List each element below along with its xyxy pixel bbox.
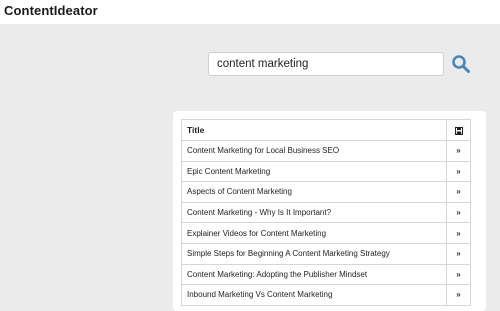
row-title[interactable]: Content Marketing: Adopting the Publishe… [181, 263, 447, 286]
row-title[interactable]: Inbound Marketing Vs Content Marketing [181, 284, 447, 306]
search-icon [452, 55, 470, 73]
row-open-button[interactable]: » [446, 181, 471, 203]
chevron-right-icon: » [456, 228, 461, 238]
top-bar: ContentIdeator [0, 0, 500, 24]
search-input[interactable] [208, 52, 444, 76]
table-row[interactable]: Epic Content Marketing » [181, 160, 471, 183]
row-title[interactable]: Aspects of Content Marketing [181, 181, 447, 203]
chevron-right-icon: » [456, 166, 461, 176]
table-row[interactable]: Simple Steps for Beginning A Content Mar… [181, 242, 471, 265]
table-header-row: Title [181, 119, 471, 141]
row-open-button[interactable]: » [446, 263, 471, 286]
chevron-right-icon: » [456, 146, 461, 156]
chevron-right-icon: » [456, 187, 461, 197]
row-open-button[interactable]: » [446, 242, 471, 265]
column-header-title: Title [181, 119, 447, 141]
row-open-button[interactable]: » [446, 201, 471, 224]
chevron-right-icon: » [456, 208, 461, 218]
row-title[interactable]: Content Marketing for Local Business SEO [181, 140, 447, 162]
row-open-button[interactable]: » [446, 160, 471, 183]
chevron-right-icon: » [456, 290, 461, 300]
table-row[interactable]: Aspects of Content Marketing » [181, 181, 471, 203]
row-title[interactable]: Content Marketing - Why Is It Important? [181, 201, 447, 224]
table-row[interactable]: Inbound Marketing Vs Content Marketing » [181, 284, 471, 306]
row-title[interactable]: Epic Content Marketing [181, 160, 447, 183]
column-header-save[interactable] [446, 119, 471, 141]
table-row[interactable]: Content Marketing for Local Business SEO… [181, 140, 471, 162]
chevron-right-icon: » [456, 249, 461, 259]
table-row[interactable]: Content Marketing: Adopting the Publishe… [181, 263, 471, 286]
row-open-button[interactable]: » [446, 222, 471, 244]
row-open-button[interactable]: » [446, 284, 471, 306]
row-title[interactable]: Simple Steps for Beginning A Content Mar… [181, 242, 447, 265]
search-button[interactable] [451, 54, 471, 74]
chevron-right-icon: » [456, 269, 461, 279]
row-open-button[interactable]: » [446, 140, 471, 162]
results-table: Title Content Marketing for Local Busine… [181, 119, 471, 306]
table-row[interactable]: Content Marketing - Why Is It Important?… [181, 201, 471, 224]
save-icon [454, 126, 463, 135]
table-row[interactable]: Explainer Videos for Content Marketing » [181, 222, 471, 244]
app-title[interactable]: ContentIdeator [4, 3, 98, 18]
row-title[interactable]: Explainer Videos for Content Marketing [181, 222, 447, 244]
